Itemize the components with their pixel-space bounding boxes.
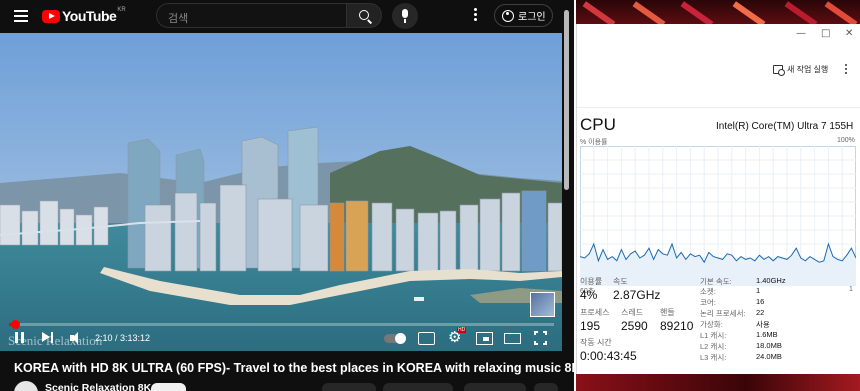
stat-threads-label: 스레드 [621,308,644,317]
next-icon[interactable] [42,330,54,346]
cpu-utilization-graph [580,146,856,286]
stat-utilization-label: 이용률 [580,277,603,286]
youtube-header: YouTube KR 검색 로그인 [0,0,574,33]
desktop-wallpaper [576,0,860,24]
page-title: CPU [580,115,616,134]
spec-value: 1.6MB [756,330,778,339]
like-button[interactable] [322,383,376,391]
run-new-task-button[interactable]: 새 작업 실행 [773,64,829,76]
task-manager-window: — □ ✕ 새 작업 실행 CPU Intel(R) Core(TM) Ultr… [576,0,860,391]
seek-handle[interactable] [10,320,20,329]
search-input[interactable]: 검색 [156,3,346,28]
subscribe-button[interactable] [151,383,186,391]
stat-handles-value: 89210 [660,319,694,333]
spec-label: 가상화: [700,320,723,329]
video-info: KOREA with HD 8K ULTRA (60 FPS)- Travel … [0,351,574,391]
run-task-icon [773,65,785,76]
miniplayer-icon[interactable] [476,330,493,346]
close-icon[interactable]: ✕ [845,28,853,39]
account-icon [502,9,514,22]
spec-label: 소켓: [700,287,716,296]
theater-icon[interactable] [504,330,521,346]
pause-icon[interactable] [14,330,26,346]
spec-value: 24.0MB [756,352,782,361]
stat-handles-label: 핸들 [660,308,675,317]
channel-badge [530,292,555,317]
fullscreen-icon[interactable] [534,330,547,346]
spec-value: 16 [756,297,765,306]
spec-label: 논리 프로세서: [700,309,746,318]
cpu-model: Intel(R) Core(TM) Ultra 7 155H [716,121,854,132]
more-actions-button[interactable] [534,383,558,391]
hd-badge: HD [457,327,467,333]
youtube-logo-text: YouTube [62,8,117,24]
youtube-logo-icon [42,9,60,23]
stat-uptime-label: 작동 시간 [580,338,612,347]
spec-value: 18.0MB [756,341,782,350]
login-button[interactable]: 로그인 [494,4,553,27]
stat-processes-value: 195 [580,319,601,333]
video-title: KOREA with HD 8K ULTRA (60 FPS)- Travel … [14,361,574,375]
spec-value: 1 [756,286,761,295]
toolbar-divider [577,107,860,108]
graph-label-zero: 1 [849,286,853,293]
volume-icon[interactable] [70,330,84,346]
video-frame [0,33,562,351]
desktop-wallpaper-bottom [576,374,860,391]
channel-name[interactable]: Scenic Relaxation 8K [45,382,151,391]
seek-bar[interactable] [9,320,554,329]
maximize-icon[interactable]: □ [821,28,830,39]
stat-speed-label: 속도 [613,277,628,286]
task-manager-content: — □ ✕ 새 작업 실행 CPU Intel(R) Core(TM) Ultr… [576,24,860,374]
spec-label: 코어: [700,298,716,307]
stat-uptime-value: 0:00:43:45 [580,349,637,363]
settings-icon[interactable]: HD [448,327,467,346]
microphone-icon[interactable] [392,3,418,29]
region-code: KR [117,7,126,13]
login-label: 로그인 [518,12,546,23]
youtube-window: YouTube KR 검색 로그인 Scenic Relaxation 2:10… [0,0,574,391]
spec-label: L3 캐시: [700,353,727,362]
time-display: 2:10 / 3:13:12 [95,333,151,343]
graph-label-max: 100% [837,137,855,144]
spec-value: 1.40GHz [756,276,786,285]
run-new-task-label: 새 작업 실행 [787,65,829,74]
autoplay-toggle-icon[interactable] [384,333,406,344]
search-icon [359,10,369,20]
menu-icon[interactable] [14,10,28,22]
spec-label: L2 캐시: [700,342,727,351]
page-scrollbar[interactable] [564,10,569,190]
spec-value: 사용 [756,320,770,329]
more-vert-icon[interactable] [474,8,478,24]
stat-threads-value: 2590 [621,319,648,333]
stat-speed-value: 2.87GHz [613,288,661,302]
stat-utilization-value: 4% [580,288,598,302]
video-player[interactable]: Scenic Relaxation 2:10 / 3:13:12 HD [0,33,562,351]
channel-avatar[interactable] [14,381,38,391]
captions-icon[interactable] [418,330,435,346]
youtube-logo[interactable]: YouTube KR [42,7,126,24]
stat-processes-label: 프로세스 [580,308,610,317]
spec-label: L1 캐시: [700,331,727,340]
more-options-icon[interactable] [845,64,848,76]
minimize-icon[interactable]: — [796,28,806,39]
spec-value: 22 [756,308,765,317]
save-button[interactable] [464,383,526,391]
share-button[interactable] [383,383,453,391]
search-button[interactable] [346,3,382,28]
